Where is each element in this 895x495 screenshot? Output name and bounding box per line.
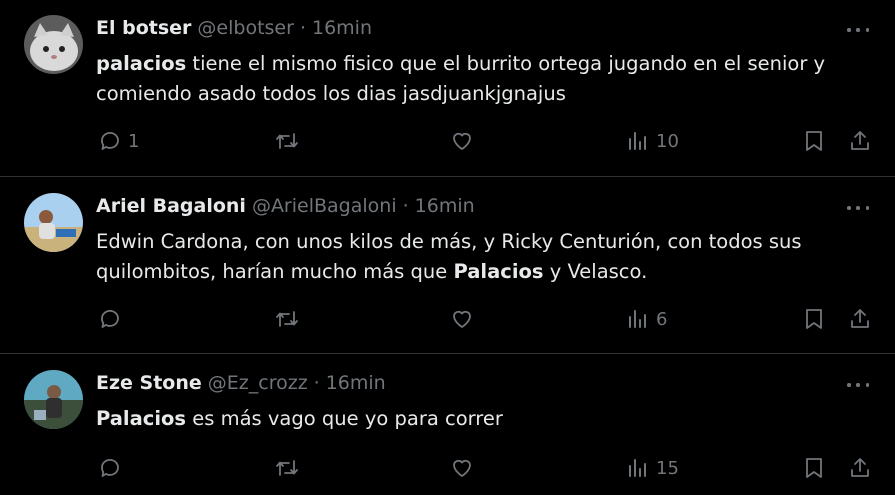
- bookmark-button[interactable]: [803, 456, 825, 480]
- retweet-icon: [276, 133, 298, 149]
- heart-icon: [453, 132, 471, 150]
- tweet-text: palacios tiene el mismo fisico que el bu…: [96, 49, 876, 109]
- text-segment: tiene el mismo fisico que el burrito ort…: [96, 52, 826, 105]
- user-handle[interactable]: @ArielBagaloni: [252, 195, 397, 217]
- bar-chart-icon: [629, 459, 646, 477]
- display-name[interactable]: El botser: [96, 17, 191, 39]
- retweet-button[interactable]: [274, 129, 300, 153]
- tweet-header: Ariel Bagaloni @ArielBagaloni · 16min: [96, 195, 475, 217]
- more-horizontal-icon[interactable]: [847, 26, 869, 34]
- retweet-icon: [276, 460, 298, 476]
- bookmark-icon: [806, 131, 822, 151]
- bookmark-icon: [806, 309, 822, 329]
- retweet-button[interactable]: [274, 456, 300, 480]
- avatar[interactable]: [24, 193, 83, 252]
- views-button[interactable]: 10: [626, 129, 679, 153]
- tweet-text: Palacios es más vago que yo para correr: [96, 404, 876, 434]
- reply-bubble-icon: [101, 132, 119, 150]
- avatar[interactable]: [24, 370, 83, 429]
- tweet-text: Edwin Cardona, con unos kilos de más, y …: [96, 227, 876, 287]
- text-segment: Edwin Cardona, con unos kilos de más, y …: [96, 230, 802, 283]
- view-count: 6: [656, 308, 668, 330]
- share-button[interactable]: [848, 129, 872, 153]
- reply-count: 1: [128, 130, 140, 152]
- timestamp[interactable]: 16min: [326, 372, 386, 394]
- user-handle[interactable]: @elbotser: [197, 17, 294, 39]
- bar-chart-icon: [629, 132, 646, 150]
- more-horizontal-icon[interactable]: [847, 204, 869, 212]
- view-count: 15: [656, 457, 679, 479]
- views-button[interactable]: 6: [626, 307, 667, 331]
- reply-button[interactable]: [98, 456, 128, 480]
- highlighted-term: Palacios: [96, 407, 187, 430]
- display-name[interactable]: Ariel Bagaloni: [96, 195, 246, 217]
- more-horizontal-icon[interactable]: [847, 381, 869, 389]
- reply-bubble-icon: [101, 459, 119, 477]
- bookmark-button[interactable]: [803, 129, 825, 153]
- bookmark-button[interactable]: [803, 307, 825, 331]
- timestamp[interactable]: 16min: [312, 17, 372, 39]
- separator-dot: ·: [402, 195, 409, 217]
- retweet-icon: [276, 311, 298, 327]
- share-upload-icon: [851, 458, 869, 477]
- heart-icon: [453, 310, 471, 328]
- avatar[interactable]: [24, 15, 83, 74]
- retweet-button[interactable]: [274, 307, 300, 331]
- display-name[interactable]: Eze Stone: [96, 372, 202, 394]
- tweet-header: Eze Stone @Ez_crozz · 16min: [96, 372, 386, 394]
- tweet-header: El botser @elbotser · 16min: [96, 17, 372, 39]
- highlighted-term: Palacios: [453, 260, 544, 283]
- share-button[interactable]: [848, 456, 872, 480]
- bookmark-icon: [806, 458, 822, 478]
- timestamp[interactable]: 16min: [415, 195, 475, 217]
- reply-button[interactable]: [98, 307, 128, 331]
- share-button[interactable]: [848, 307, 872, 331]
- share-upload-icon: [851, 309, 869, 328]
- like-button[interactable]: [450, 129, 474, 153]
- separator-dot: ·: [313, 372, 320, 394]
- text-segment: es más vago que yo para correr: [186, 407, 503, 430]
- tweet[interactable]: El botser @elbotser · 16min palacios tie…: [0, 0, 895, 177]
- tweet[interactable]: Ariel Bagaloni @ArielBagaloni · 16min Ed…: [0, 177, 895, 354]
- views-button[interactable]: 15: [626, 456, 679, 480]
- share-upload-icon: [851, 131, 869, 150]
- bar-chart-icon: [629, 310, 646, 328]
- timeline-feed: El botser @elbotser · 16min palacios tie…: [0, 0, 895, 495]
- highlighted-term: palacios: [96, 52, 187, 75]
- view-count: 10: [656, 130, 679, 152]
- user-handle[interactable]: @Ez_crozz: [208, 372, 308, 394]
- like-button[interactable]: [450, 307, 474, 331]
- text-segment: y Velasco.: [543, 260, 648, 283]
- reply-bubble-icon: [101, 310, 119, 328]
- reply-button[interactable]: 1: [98, 129, 139, 153]
- tweet[interactable]: Eze Stone @Ez_crozz · 16min Palacios es …: [0, 354, 895, 495]
- heart-icon: [453, 459, 471, 477]
- like-button[interactable]: [450, 456, 474, 480]
- separator-dot: ·: [299, 17, 306, 39]
